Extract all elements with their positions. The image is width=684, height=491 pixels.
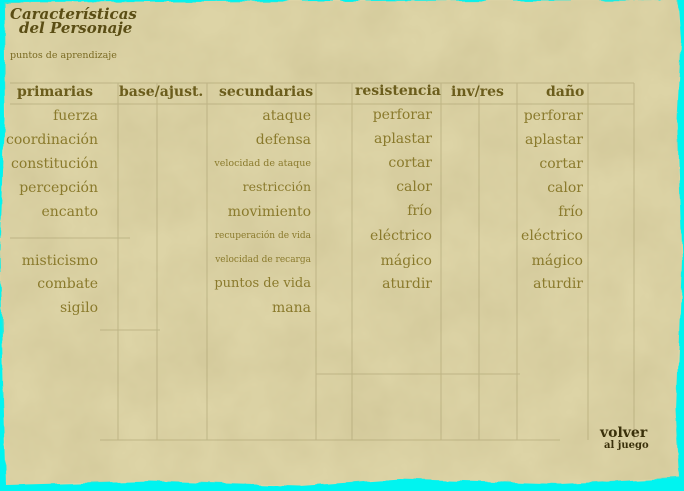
header-dano: daño bbox=[546, 84, 585, 100]
back-label-line2: al juego bbox=[604, 440, 649, 451]
resistance-stat: frío bbox=[407, 203, 432, 219]
secondary-stat: mana bbox=[272, 300, 311, 316]
header-base: base/ajust. bbox=[119, 84, 204, 100]
header-invres: inv/res bbox=[451, 84, 504, 100]
primary-stat: misticismo bbox=[21, 253, 98, 269]
header-secundarias: secundarias bbox=[219, 84, 314, 100]
primary-stat: constitución bbox=[11, 156, 98, 172]
parchment-background bbox=[0, 0, 682, 486]
resistance-stat: perforar bbox=[372, 107, 432, 123]
damage-stat: calor bbox=[547, 180, 583, 196]
resistance-stat: calor bbox=[396, 179, 432, 195]
resistance-stat: cortar bbox=[388, 155, 432, 171]
secondary-stat: restricción bbox=[242, 179, 311, 194]
damage-stat: mágico bbox=[531, 253, 583, 269]
primary-stat: sigilo bbox=[59, 300, 98, 316]
damage-stat: eléctrico bbox=[521, 228, 583, 244]
resistance-stat: aplastar bbox=[374, 131, 432, 147]
title-line2: del Personaje bbox=[19, 19, 133, 37]
damage-stat: aturdir bbox=[533, 276, 583, 292]
resistance-stat: aturdir bbox=[382, 276, 432, 292]
damage-stat: frío bbox=[558, 204, 583, 220]
resistance-stat: eléctrico bbox=[370, 228, 432, 244]
secondary-stat: movimiento bbox=[227, 204, 311, 220]
primary-stat: coordinación bbox=[6, 132, 98, 148]
primary-stat: combate bbox=[37, 276, 98, 292]
learning-points-label: puntos de aprendizaje bbox=[10, 50, 117, 61]
header-primarias: primarias bbox=[17, 84, 94, 100]
primary-stat: fuerza bbox=[53, 108, 98, 124]
back-to-game-button[interactable]: volver al juego bbox=[596, 426, 652, 456]
secondary-stat: puntos de vida bbox=[214, 276, 311, 291]
damage-stat: aplastar bbox=[525, 132, 583, 148]
primary-stat: percepción bbox=[19, 180, 98, 196]
back-label-line1: volver bbox=[600, 425, 648, 441]
primary-stat: encanto bbox=[41, 204, 98, 220]
damage-stat: cortar bbox=[539, 156, 583, 172]
resistance-stat: mágico bbox=[380, 253, 432, 269]
secondary-stat: defensa bbox=[255, 132, 311, 148]
secondary-stat: ataque bbox=[262, 108, 311, 124]
header-resistencia: resistencia bbox=[355, 83, 441, 99]
secondary-stat: velocidad de ataque bbox=[214, 158, 311, 169]
secondary-stat: recuperación de vida bbox=[214, 231, 311, 241]
damage-stat: perforar bbox=[523, 108, 583, 124]
secondary-stat: velocidad de recarga bbox=[215, 255, 311, 265]
